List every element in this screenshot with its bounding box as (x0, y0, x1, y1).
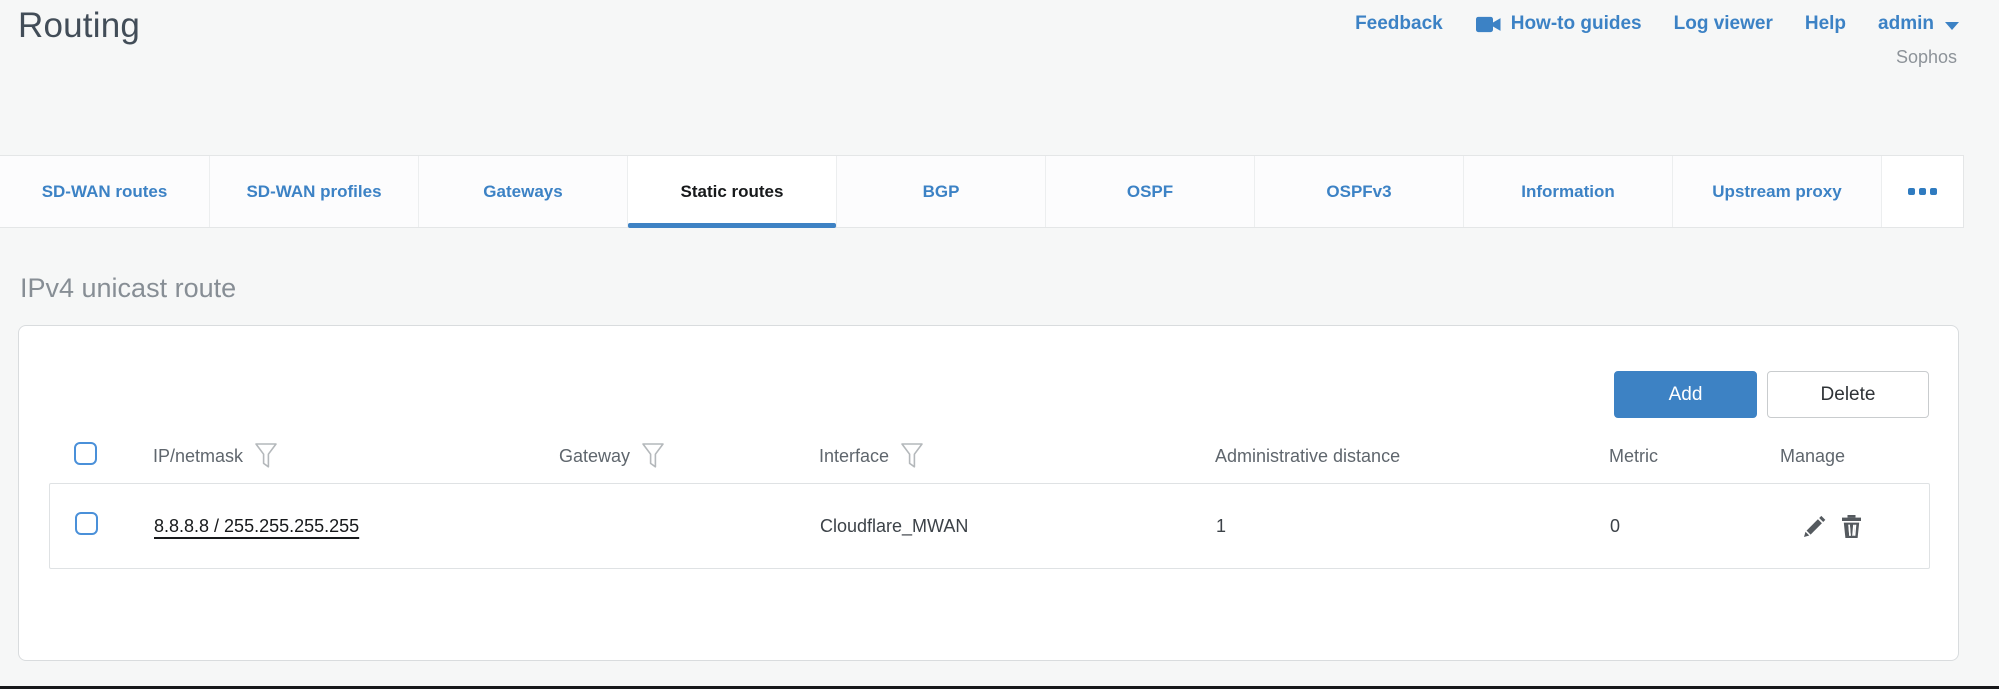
select-all-checkbox[interactable] (74, 442, 97, 465)
ellipsis-icon (1919, 188, 1926, 195)
tab-ospf[interactable]: OSPF (1045, 156, 1254, 227)
help-link[interactable]: Help (1805, 13, 1846, 35)
table-row: 8.8.8.8 / 255.255.255.255 Cloudflare_MWA… (49, 483, 1930, 569)
tab-bgp[interactable]: BGP (836, 156, 1045, 227)
route-admin-distance-cell: 1 (1216, 516, 1610, 537)
filter-icon[interactable] (900, 442, 924, 470)
col-header-interface: Interface (819, 446, 889, 467)
feedback-link[interactable]: Feedback (1355, 13, 1443, 35)
delete-button[interactable]: Delete (1767, 371, 1929, 418)
table-toolbar: Add Delete (1614, 371, 1929, 418)
ellipsis-icon (1908, 188, 1915, 195)
tab-information[interactable]: Information (1463, 156, 1672, 227)
tab-upstream-proxy[interactable]: Upstream proxy (1672, 156, 1881, 227)
tab-sdwan-routes[interactable]: SD-WAN routes (0, 156, 209, 227)
user-menu[interactable]: admin (1878, 13, 1959, 35)
col-header-manage: Manage (1780, 446, 1845, 467)
log-viewer-label: Log viewer (1674, 13, 1773, 35)
howto-guides-label: How-to guides (1511, 13, 1642, 35)
tab-bar: SD-WAN routes SD-WAN profiles Gateways S… (0, 155, 1964, 228)
route-manage-cell (1781, 513, 1929, 540)
edit-pencil-icon[interactable] (1801, 513, 1828, 540)
col-header-metric: Metric (1609, 446, 1658, 467)
routes-card: Add Delete IP/netmask Gateway Interface … (18, 325, 1959, 661)
row-checkbox[interactable] (75, 512, 98, 535)
filter-icon[interactable] (641, 442, 665, 470)
tab-sdwan-profiles[interactable]: SD-WAN profiles (209, 156, 418, 227)
section-heading: IPv4 unicast route (20, 273, 236, 304)
col-header-ip-netmask: IP/netmask (153, 446, 243, 467)
chevron-down-icon (1945, 22, 1959, 30)
add-button[interactable]: Add (1614, 371, 1757, 418)
route-ip-netmask-link[interactable]: 8.8.8.8 / 255.255.255.255 (154, 516, 359, 536)
ellipsis-icon (1930, 188, 1937, 195)
feedback-label: Feedback (1355, 13, 1443, 35)
col-header-admin-distance: Administrative distance (1215, 446, 1400, 467)
log-viewer-link[interactable]: Log viewer (1674, 13, 1773, 35)
brand-label: Sophos (1896, 47, 1957, 68)
more-tabs-button[interactable] (1881, 156, 1963, 227)
page-title: Routing (18, 6, 140, 46)
delete-trash-icon[interactable] (1838, 513, 1865, 540)
table-header-row: IP/netmask Gateway Interface Administrat… (49, 436, 1930, 476)
col-header-gateway: Gateway (559, 446, 630, 467)
howto-guides-link[interactable]: How-to guides (1475, 13, 1642, 35)
top-header: Routing Feedback How-to guides Log viewe… (0, 0, 1999, 155)
tab-ospfv3[interactable]: OSPFv3 (1254, 156, 1463, 227)
tab-static-routes[interactable]: Static routes (627, 156, 836, 227)
route-interface-cell: Cloudflare_MWAN (820, 516, 1216, 537)
filter-icon[interactable] (254, 442, 278, 470)
video-camera-icon (1475, 16, 1502, 33)
user-menu-label: admin (1878, 13, 1934, 35)
help-label: Help (1805, 13, 1846, 35)
top-nav: Feedback How-to guides Log viewer Help a… (1355, 13, 1959, 35)
tab-gateways[interactable]: Gateways (418, 156, 627, 227)
route-metric-cell: 0 (1610, 516, 1781, 537)
